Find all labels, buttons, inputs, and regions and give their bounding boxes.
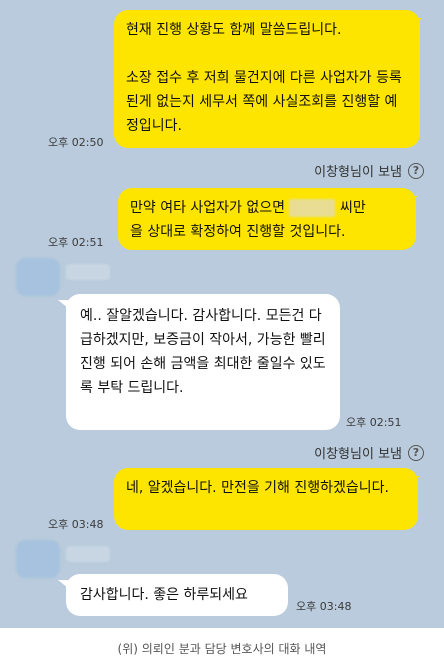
bubble-tail (408, 196, 418, 204)
redacted-name (289, 199, 336, 217)
image-caption: (위) 의뢰인 분과 담당 변호사의 대화 내역 (117, 642, 327, 656)
sender-name-redacted (66, 264, 110, 280)
help-icon[interactable]: ? (408, 162, 424, 179)
bubble-tail (58, 580, 68, 588)
message-text: 현재 진행 상황도 함께 말씀드립니다. 소장 접수 후 저희 물건지에 다른 … (126, 22, 402, 134)
chat-area: 오후 02:50 현재 진행 상황도 함께 말씀드립니다. 소장 접수 후 저희… (0, 0, 444, 628)
sender-notice: 이창형님이 보냄 ? (314, 443, 424, 462)
message-time: 오후 03:48 (296, 600, 352, 613)
avatar[interactable] (16, 258, 60, 296)
message-time: 오후 03:48 (48, 518, 104, 531)
message-text: 예.. 잘알겠습니다. 감사합니다. 모든건 다 급하겠지만, 보증금이 작아서… (80, 308, 326, 396)
message-text: 감사합니다. 좋은 하루되세요 (80, 587, 248, 603)
sender-name-redacted (66, 546, 110, 562)
incoming-message-bubble[interactable]: 감사합니다. 좋은 하루되세요 (66, 574, 288, 616)
outgoing-message-bubble[interactable]: 현재 진행 상황도 함께 말씀드립니다. 소장 접수 후 저희 물건지에 다른 … (114, 10, 420, 148)
sender-label: 이창형님이 보냄 (314, 165, 402, 180)
sender-label: 이창형님이 보냄 (314, 447, 402, 462)
sender-notice: 이창형님이 보냄 ? (314, 161, 424, 180)
message-text: 네, 알겠습니다. 만전을 기해 진행하겠습니다. (126, 480, 389, 496)
avatar[interactable] (16, 540, 60, 578)
bubble-tail (410, 476, 420, 484)
message-time: 오후 02:50 (48, 136, 104, 149)
message-time: 오후 02:51 (48, 236, 104, 249)
bubble-tail (58, 300, 68, 308)
outgoing-message-bubble[interactable]: 만약 여타 사업자가 없으면 씨만 을 상대로 확정하여 진행할 것입니다. (118, 188, 416, 250)
message-time: 오후 02:51 (346, 416, 402, 429)
outgoing-message-bubble[interactable]: 네, 알겠습니다. 만전을 기해 진행하겠습니다. (114, 468, 418, 530)
help-icon[interactable]: ? (408, 444, 424, 461)
incoming-message-bubble[interactable]: 예.. 잘알겠습니다. 감사합니다. 모든건 다 급하겠지만, 보증금이 작아서… (66, 294, 340, 430)
message-text: 만약 여타 사업자가 없으면 씨만 을 상대로 확정하여 진행할 것입니다. (130, 199, 366, 240)
bubble-tail (412, 18, 422, 26)
